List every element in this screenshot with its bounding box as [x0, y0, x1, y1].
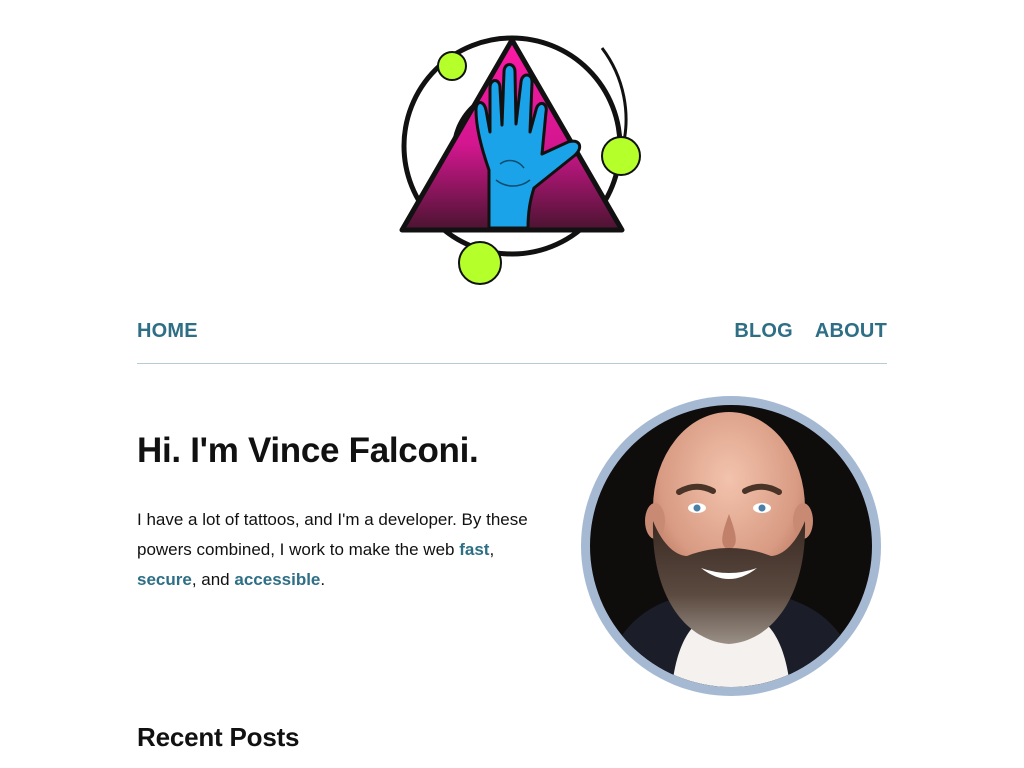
recent-posts-heading: Recent Posts	[137, 722, 300, 752]
intro-section: Hi. I'm Vince Falconi. I have a lot of t…	[137, 425, 537, 595]
intro-sep-1: ,	[489, 540, 495, 559]
intro-sep-2: , and	[191, 570, 235, 589]
fast-link[interactable]: fast	[459, 540, 489, 559]
nav-right-group: BLOG ABOUT	[734, 320, 887, 343]
nav-about-link[interactable]: ABOUT	[815, 320, 887, 343]
intro-paragraph: I have a lot of tattoos, and I'm a devel…	[137, 505, 537, 595]
page-title: Hi. I'm Vince Falconi.	[137, 431, 479, 470]
accessible-link[interactable]: accessible	[234, 570, 320, 589]
nav-blog-link[interactable]: BLOG	[734, 320, 793, 343]
hand-triangle-logo-icon[interactable]	[384, 30, 654, 292]
profile-photo-avatar	[581, 396, 881, 696]
page: HOME BLOG ABOUT Hi. I'm Vince Falconi. I…	[0, 0, 1024, 768]
avatar-portrait-icon	[590, 405, 872, 687]
secure-link[interactable]: secure	[137, 570, 192, 589]
main-nav: HOME BLOG ABOUT	[137, 318, 887, 364]
intro-end: .	[320, 570, 326, 589]
nav-home-link[interactable]: HOME	[137, 320, 198, 343]
